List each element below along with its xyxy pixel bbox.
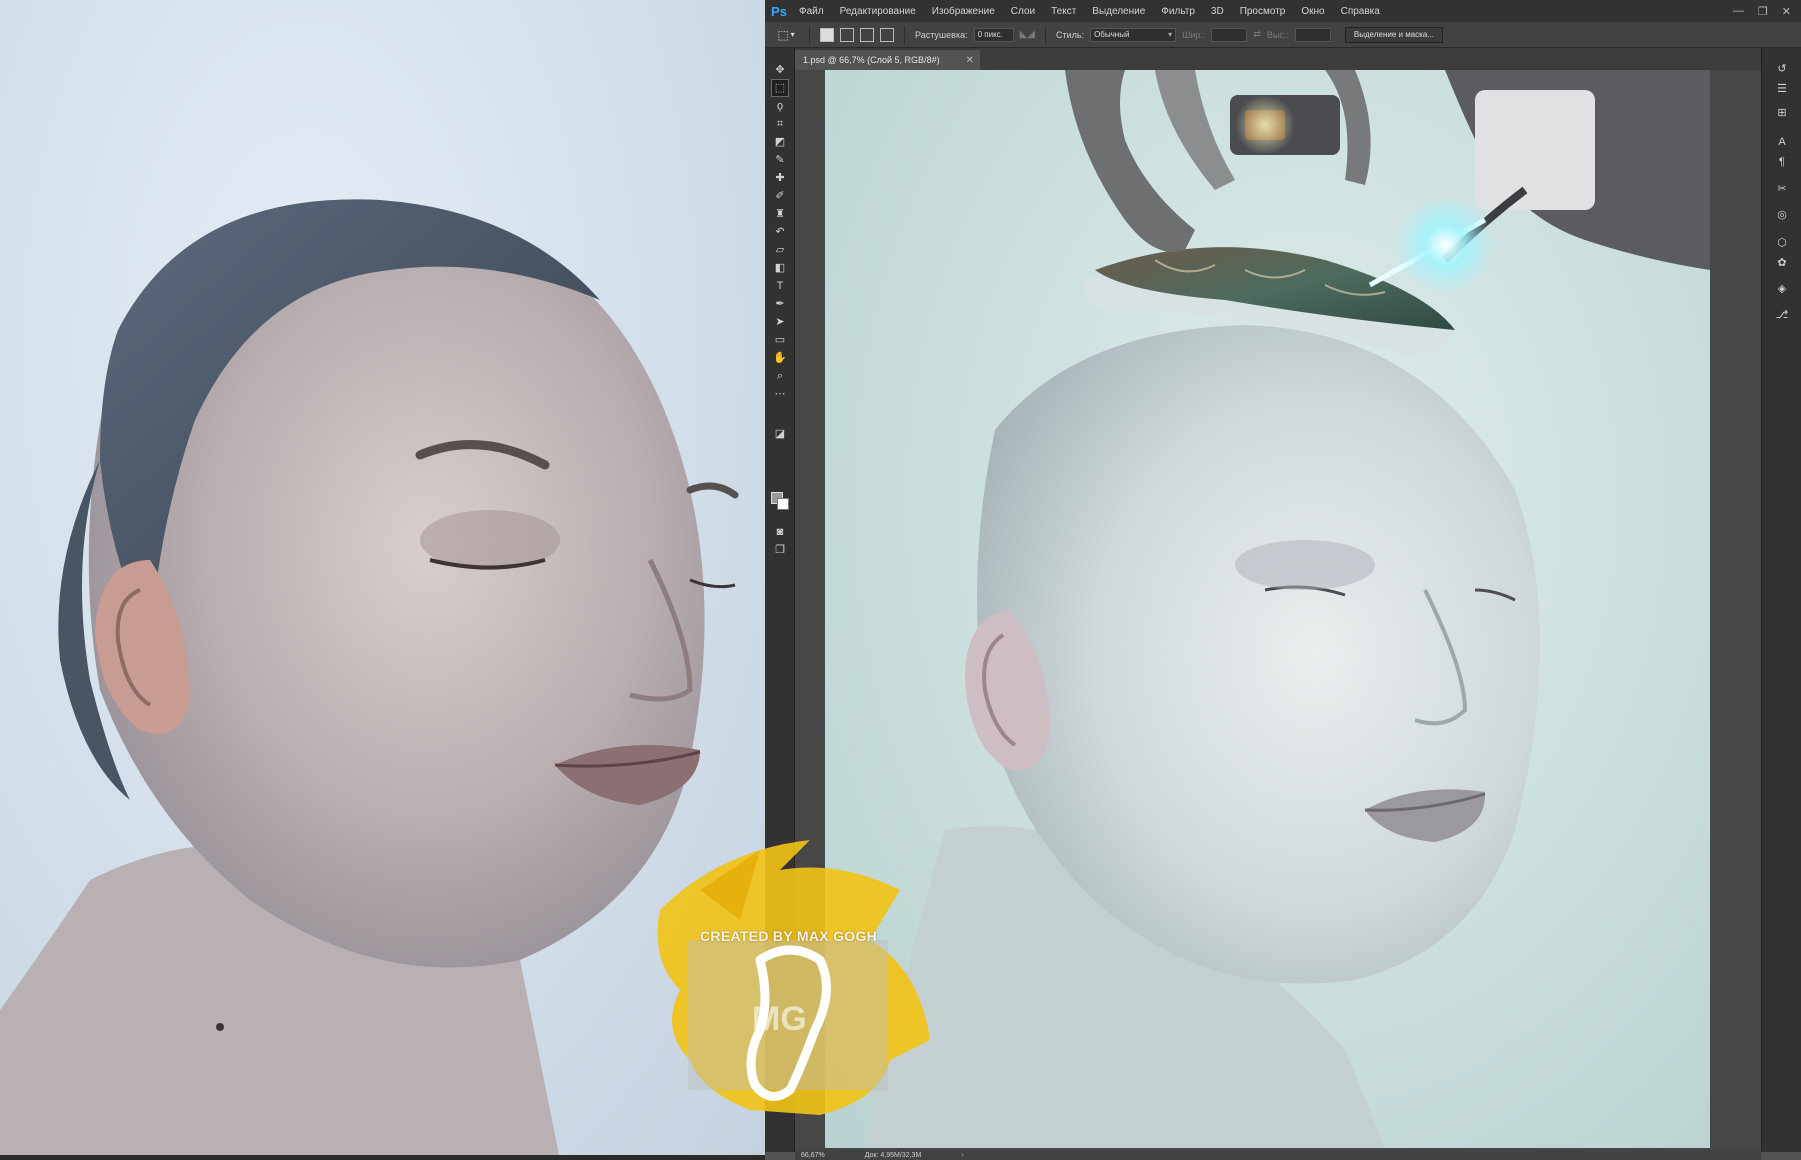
new-selection-button[interactable] [820, 27, 834, 42]
anti-alias-icon: ◣◢ [1019, 29, 1035, 40]
lasso-icon[interactable]: ϙ [772, 98, 788, 114]
more-icon[interactable]: ⋯ [772, 386, 788, 402]
height-label: Выс.: [1266, 29, 1289, 40]
select-and-mask-button[interactable]: Выделение и маска... [1344, 26, 1443, 43]
document-tab-title: 1.psd @ 66,7% (Слой 5, RGB/8#) [803, 55, 940, 65]
options-divider [1044, 25, 1046, 44]
default-colors-icon[interactable]: ◪ [772, 426, 788, 442]
width-input[interactable] [1211, 27, 1248, 42]
document-canvas[interactable] [825, 70, 1710, 1148]
menu-image[interactable]: Изображение [924, 6, 1003, 17]
adjustments-icon[interactable]: ☰ [1774, 80, 1790, 96]
restore-icon[interactable]: ❐ [1758, 5, 1768, 18]
crop-icon[interactable]: ⌗ [772, 116, 788, 132]
color-icon[interactable]: ✿ [1774, 254, 1790, 270]
chevron-down-icon: ▾ [790, 30, 795, 39]
stamp-icon[interactable]: ♜ [772, 206, 788, 222]
document-tab[interactable]: 1.psd @ 66,7% (Слой 5, RGB/8#) ✕ [795, 50, 980, 70]
menu-bar: Ps Файл Редактирование Изображение Слои … [765, 0, 1801, 22]
brush-icon[interactable]: ✐ [772, 188, 788, 204]
menu-3d[interactable]: 3D [1203, 6, 1232, 17]
channels-icon[interactable]: ◎ [1774, 206, 1790, 222]
paths-icon[interactable]: ⎇ [1774, 306, 1790, 322]
marquee-icon[interactable]: ⬚ [771, 79, 789, 97]
text-icon[interactable]: T [772, 278, 788, 294]
menu-select[interactable]: Выделение [1084, 6, 1153, 17]
style-label: Стиль: [1055, 29, 1085, 40]
watermark-letters: MG [752, 1000, 807, 1038]
hand-icon[interactable]: ✋ [772, 350, 788, 366]
marquee-icon: ⬚ [777, 27, 789, 42]
intersect-selection-button[interactable] [880, 27, 894, 42]
style-select[interactable]: Обычный [1090, 27, 1177, 42]
properties-icon[interactable]: ⊞ [1774, 104, 1790, 120]
history-brush-icon[interactable]: ↶ [772, 224, 788, 240]
move-icon[interactable]: ✥ [772, 62, 788, 78]
subtract-selection-button[interactable] [860, 27, 874, 42]
healing-icon[interactable]: ✚ [772, 170, 788, 186]
paragraph-icon[interactable]: ¶ [1774, 154, 1790, 170]
quick-mask-icon[interactable]: ◙ [772, 524, 788, 540]
eraser-icon[interactable]: ▱ [772, 242, 788, 258]
close-icon[interactable]: ✕ [1782, 5, 1791, 18]
tools-preset-icon[interactable]: ✂ [1774, 180, 1790, 196]
3d-icon[interactable]: ⬡ [1774, 234, 1790, 250]
zoom-icon[interactable]: ⌕ [772, 368, 788, 384]
collapsed-panels: ↺ ☰ ⊞ A ¶ ✂ ◎ ⬡ ✿ ◈ ⎇ [1761, 48, 1801, 1152]
photoshop-logo-icon[interactable]: Ps [767, 2, 791, 20]
before-photo-frame [0, 1155, 765, 1160]
options-divider [809, 25, 810, 44]
add-selection-button[interactable] [840, 27, 854, 42]
screen-mode-icon[interactable]: ❐ [772, 542, 788, 558]
minimize-icon[interactable]: — [1733, 5, 1744, 18]
feather-label: Растушевка: [915, 29, 968, 40]
document-size: Док: 4,95M/32,3M [864, 1151, 922, 1159]
status-menu-arrow-icon[interactable]: › [961, 1152, 963, 1159]
artwork-illustration [865, 70, 1710, 1148]
zoom-level[interactable]: 66,67% [801, 1152, 825, 1159]
eyedropper-icon[interactable]: ✎ [772, 152, 788, 168]
menu-window[interactable]: Окно [1293, 6, 1332, 17]
frame-icon[interactable]: ◩ [772, 134, 788, 150]
menu-view[interactable]: Просмотр [1232, 6, 1294, 17]
swap-icon[interactable]: ⇄ [1253, 29, 1261, 40]
width-label: Шир.: [1182, 29, 1206, 40]
options-bar: ⬚ ▾ Растушевка: 0 пикс. ◣◢ Стиль: Обычный… [765, 22, 1801, 48]
feather-input[interactable]: 0 пикс. [973, 27, 1014, 42]
gradient-icon[interactable]: ◧ [772, 260, 788, 276]
menu-edit[interactable]: Редактирование [832, 6, 924, 17]
layers-icon[interactable]: ◈ [1774, 280, 1790, 296]
watermark: MG CREATED BY MAX GOGH [640, 830, 940, 1120]
tool-preset-picker[interactable]: ⬚ ▾ [773, 26, 799, 44]
menu-help[interactable]: Справка [1333, 6, 1388, 17]
pen-icon[interactable]: ✒ [772, 296, 788, 312]
menu-layers[interactable]: Слои [1003, 6, 1043, 17]
status-bar: 66,67% Док: 4,95M/32,3M › [795, 1150, 1761, 1160]
close-icon[interactable]: ✕ [966, 55, 974, 66]
background-color-swatch[interactable] [777, 498, 789, 510]
watermark-logo: MG [657, 840, 930, 1115]
watermark-text: CREATED BY MAX GOGH [700, 928, 878, 944]
shape-icon[interactable]: ▭ [772, 332, 788, 348]
menu-filter[interactable]: Фильтр [1153, 6, 1203, 17]
height-input[interactable] [1294, 27, 1331, 42]
document-tab-bar: 1.psd @ 66,7% (Слой 5, RGB/8#) ✕ [795, 48, 1801, 70]
menu-type[interactable]: Текст [1043, 6, 1084, 17]
menu-file[interactable]: Файл [791, 6, 832, 17]
character-icon[interactable]: A [1774, 134, 1790, 150]
window-controls: — ❐ ✕ [1733, 5, 1801, 18]
options-divider [904, 25, 905, 44]
history-icon[interactable]: ↺ [1774, 60, 1790, 76]
path-select-icon[interactable]: ➤ [772, 314, 788, 330]
